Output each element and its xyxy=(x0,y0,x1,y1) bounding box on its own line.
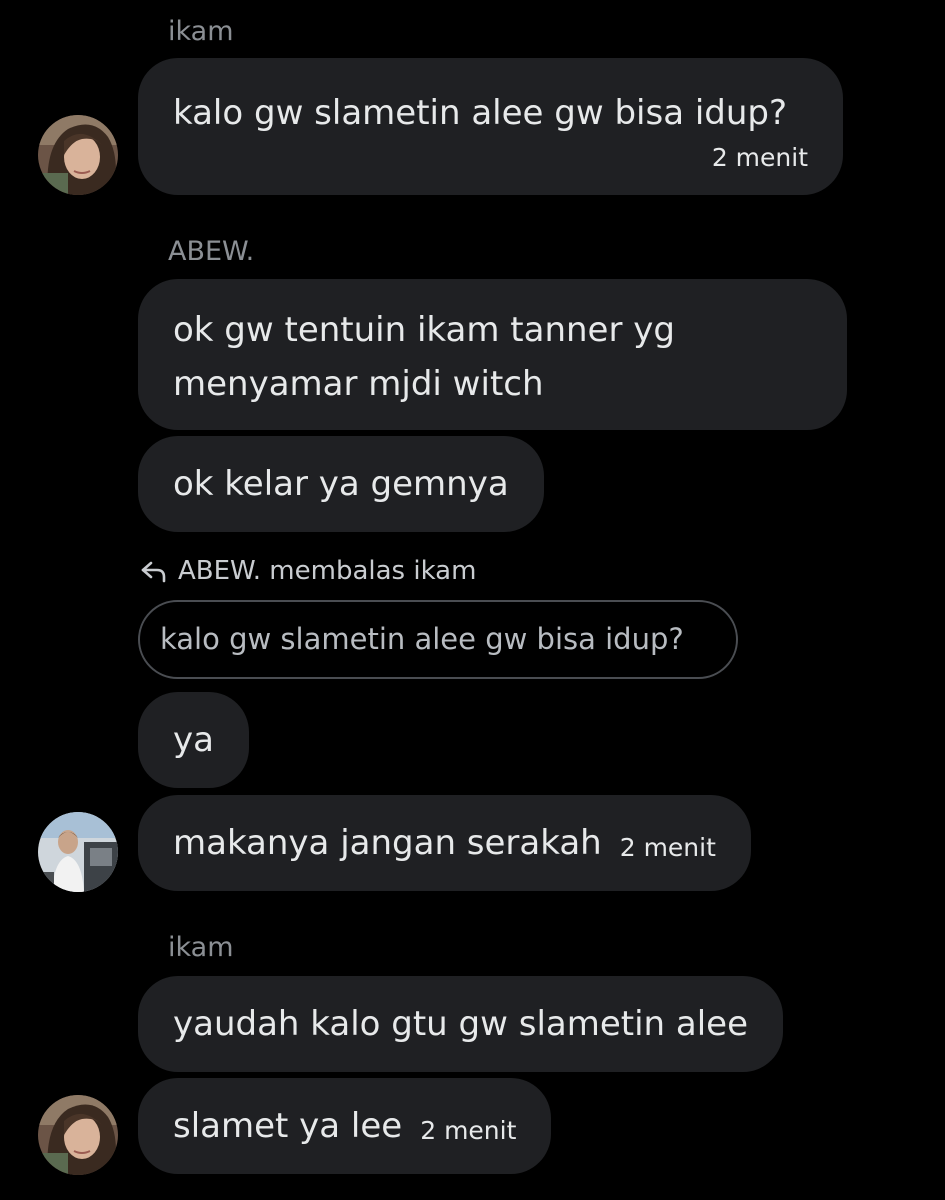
message-bubble[interactable]: slamet ya lee 2 menit xyxy=(138,1078,552,1174)
message-text: yaudah kalo gtu gw slametin alee xyxy=(173,1004,749,1044)
quoted-message[interactable]: kalo gw slametin alee gw bisa idup? xyxy=(138,600,738,679)
avatar-ikam[interactable] xyxy=(38,115,118,195)
message-text: ok kelar ya gemnya xyxy=(173,464,509,504)
reply-indicator: ABEW. membalas ikam xyxy=(140,556,476,586)
message-bubble[interactable]: ya xyxy=(138,692,249,788)
message-text: ok gw tentuin ikam tanner yg menyamar mj… xyxy=(173,310,675,404)
sender-name: ikam xyxy=(168,932,234,963)
message-bubble[interactable]: ok gw tentuin ikam tanner yg menyamar mj… xyxy=(138,279,847,430)
message-bubble[interactable]: ok kelar ya gemnya xyxy=(138,436,544,532)
message-timestamp: 2 menit xyxy=(711,143,808,172)
message-timestamp: 2 menit xyxy=(619,833,716,862)
message-text: ya xyxy=(173,720,214,760)
avatar-abew[interactable] xyxy=(38,812,118,892)
message-text: makanya jangan serakah xyxy=(173,823,602,863)
message-bubble[interactable]: makanya jangan serakah 2 menit xyxy=(138,795,751,891)
reply-arrow-icon xyxy=(141,561,166,583)
avatar-ikam[interactable] xyxy=(38,1095,118,1175)
message-bubble[interactable]: yaudah kalo gtu gw slametin alee xyxy=(138,976,784,1072)
message-text: kalo gw slametin alee gw bisa idup? xyxy=(173,93,788,133)
sender-name: ikam xyxy=(168,16,234,47)
message-timestamp: 2 menit xyxy=(420,1116,517,1145)
message-bubble[interactable]: kalo gw slametin alee gw bisa idup? 2 me… xyxy=(138,58,843,195)
message-text: slamet ya lee xyxy=(173,1106,403,1146)
sender-name: ABEW. xyxy=(168,236,255,267)
reply-label-text: ABEW. membalas ikam xyxy=(178,556,477,586)
